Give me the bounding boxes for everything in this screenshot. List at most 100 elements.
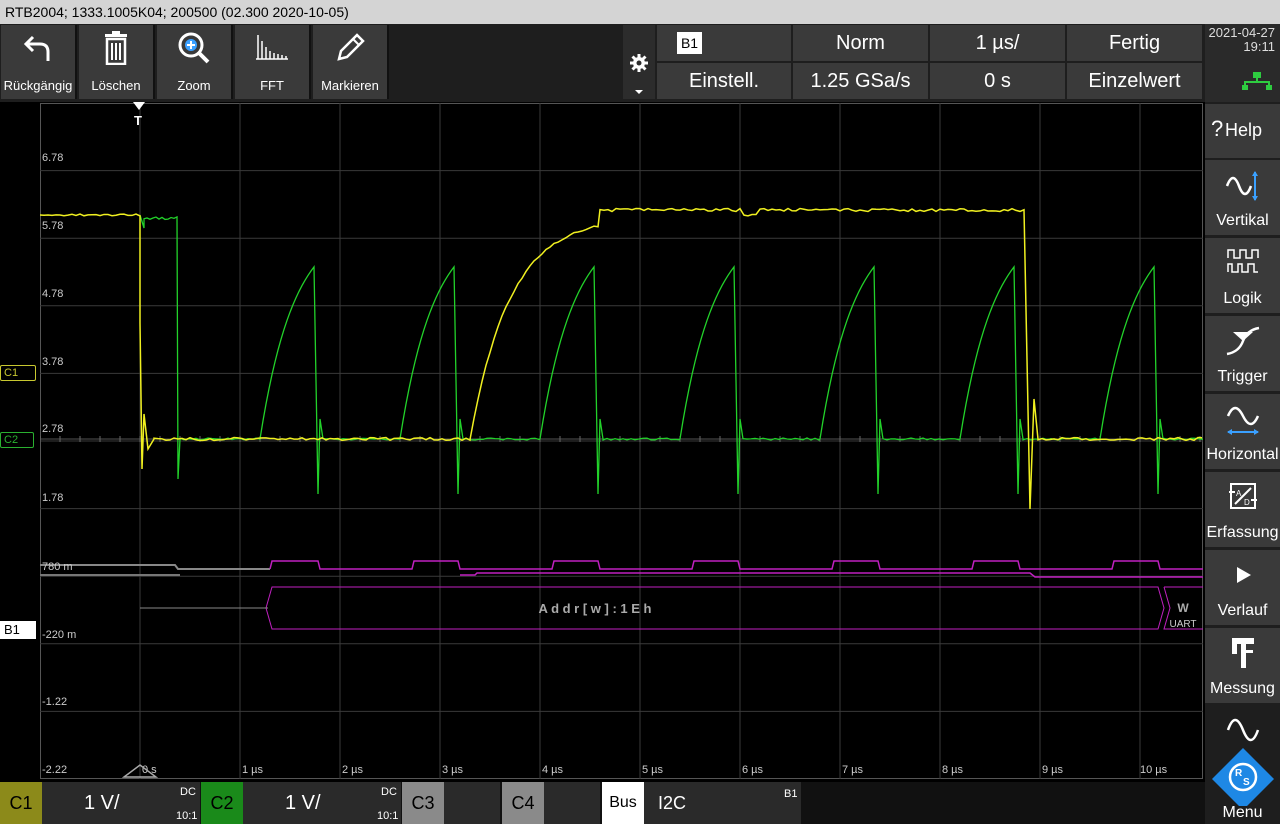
c1-level-marker[interactable]: C1 <box>0 365 36 381</box>
c1-probe: 10:1 <box>176 810 197 822</box>
c2-probe: 10:1 <box>377 810 398 822</box>
settings-button[interactable]: Einstell. <box>657 63 791 99</box>
svg-text:D: D <box>1244 498 1250 507</box>
x-tick-label: 9 µs <box>1042 764 1063 776</box>
bus-clock-line <box>270 561 1203 569</box>
trigger-label: Trigger <box>1205 368 1280 386</box>
c1-tab[interactable]: C1 <box>0 782 42 824</box>
svg-text:A: A <box>1236 489 1242 498</box>
acquisition-status[interactable]: Fertig <box>1067 25 1202 61</box>
play-icon <box>1232 564 1254 586</box>
x-tick-label: 4 µs <box>542 764 563 776</box>
bus-decode-tail: W <box>1177 601 1189 615</box>
acquisition-mode[interactable]: Einzelwert <box>1067 63 1202 99</box>
horizontal-position[interactable]: 0 s <box>930 63 1065 99</box>
c3-tab[interactable]: C3 <box>402 782 444 824</box>
bus-idle-line <box>40 565 270 569</box>
clock-time: 19:11 <box>1205 40 1275 54</box>
caliper-icon <box>1229 636 1257 670</box>
help-icon: ? <box>1211 116 1223 142</box>
vertical-label: Vertikal <box>1205 212 1280 230</box>
logic-button[interactable]: Logik <box>1205 238 1280 313</box>
mark-button[interactable]: Markieren <box>313 25 389 99</box>
c3-settings[interactable] <box>444 782 500 824</box>
bus-id: B1 <box>784 788 797 800</box>
c1-settings[interactable]: 1 V/ DC 10:1 <box>42 782 200 824</box>
x-tick-label: 8 µs <box>942 764 963 776</box>
bus-settings[interactable]: I2C B1 <box>644 782 801 824</box>
acquisition-button[interactable]: A D Erfassung <box>1205 472 1280 547</box>
y-tick-label: 1.78 <box>42 492 63 504</box>
sine-horizontal-icon <box>1224 402 1262 438</box>
history-button[interactable]: Verlauf <box>1205 550 1280 625</box>
c1-trace <box>40 209 1202 509</box>
c4-tab[interactable]: C4 <box>502 782 544 824</box>
bus-decode <box>40 561 1203 629</box>
help-label: Help <box>1225 120 1262 141</box>
undo-label: Rückgängig <box>1 78 75 93</box>
bus-decode-tail-sub: UART <box>1169 619 1196 630</box>
timebase[interactable]: 1 µs/ <box>930 25 1065 61</box>
c2-coupling: DC <box>381 786 397 798</box>
undo-button[interactable]: Rückgängig <box>1 25 77 99</box>
clock-date: 2021-04-27 <box>1205 26 1275 40</box>
y-tick-label: 3.78 <box>42 356 63 368</box>
x-tick-label: 10 µs <box>1140 764 1167 776</box>
logic-icon <box>1226 246 1260 276</box>
c4-settings[interactable] <box>544 782 600 824</box>
y-tick-label: 6.78 <box>42 152 63 164</box>
bus-badge: B1 <box>677 32 702 54</box>
bus-decode-text: A d d r [ w ] : 1 E h <box>539 601 652 616</box>
help-button[interactable]: ? Help <box>1205 104 1280 158</box>
menu-label: Menu <box>1205 804 1280 822</box>
x-tick-label: 3 µs <box>442 764 463 776</box>
channel-bar: C1 1 V/ DC 10:1 C2 1 V/ DC 10:1 C3 C4 Bu… <box>0 782 1205 824</box>
vertical-button[interactable]: Vertikal <box>1205 160 1280 235</box>
measurement-button[interactable]: Messung <box>1205 628 1280 703</box>
x-tick-label: 6 µs <box>742 764 763 776</box>
fft-icon <box>254 31 290 61</box>
waveform-canvas: A d d r [ w ] : 1 E h W UART <box>40 103 1203 779</box>
y-tick-label: 4.78 <box>42 288 63 300</box>
undo-icon <box>23 31 53 65</box>
fft-button[interactable]: FFT <box>235 25 311 99</box>
trigger-offset-marker[interactable] <box>122 764 158 778</box>
svg-text:R: R <box>1235 768 1243 779</box>
logic-label: Logik <box>1205 290 1280 308</box>
c2-settings[interactable]: 1 V/ DC 10:1 <box>243 782 401 824</box>
window-title: RTB2004; 1333.1005K04; 200500 (02.300 20… <box>0 0 1280 24</box>
bus-tab[interactable]: Bus <box>602 782 644 824</box>
mark-label: Markieren <box>313 78 387 93</box>
rs-logo-icon: R S <box>1208 746 1278 806</box>
c2-scale: 1 V/ <box>285 782 321 824</box>
acquisition-label: Erfassung <box>1205 524 1280 542</box>
clock: 2021-04-27 19:11 <box>1205 24 1280 102</box>
settings-menu-button[interactable] <box>623 25 655 99</box>
trigger-button[interactable]: Trigger <box>1205 316 1280 391</box>
waveform-button[interactable] <box>1205 706 1280 746</box>
b1-level-marker[interactable]: B1 <box>0 621 36 639</box>
c2-level-marker[interactable]: C2 <box>0 432 34 448</box>
zoom-button[interactable]: Zoom <box>157 25 233 99</box>
y-tick-label: -220 m <box>42 629 76 641</box>
c1-coupling: DC <box>180 786 196 798</box>
x-tick-label: 5 µs <box>642 764 663 776</box>
y-tick-label: 2.78 <box>42 423 63 435</box>
c2-tab[interactable]: C2 <box>201 782 243 824</box>
trigger-marker-label: T <box>134 113 142 128</box>
side-menu: 2021-04-27 19:11 ? Help Vertikal Logik T… <box>1205 24 1280 824</box>
c2-trace <box>140 215 1203 494</box>
horizontal-button[interactable]: Horizontal <box>1205 394 1280 469</box>
measurement-label: Messung <box>1205 680 1280 698</box>
trigger-mode[interactable]: Norm <box>793 25 928 61</box>
history-label: Verlauf <box>1205 602 1280 620</box>
svg-text:S: S <box>1243 777 1250 788</box>
c1-scale: 1 V/ <box>84 782 120 824</box>
x-tick-label: 7 µs <box>842 764 863 776</box>
sample-rate[interactable]: 1.25 GSa/s <box>793 63 928 99</box>
zoom-label: Zoom <box>157 78 231 93</box>
delete-button[interactable]: Löschen <box>79 25 155 99</box>
main-menu-button[interactable]: R S Menu <box>1205 746 1280 824</box>
y-tick-label: -2.22 <box>42 764 67 776</box>
sine-vertical-icon <box>1225 168 1261 204</box>
